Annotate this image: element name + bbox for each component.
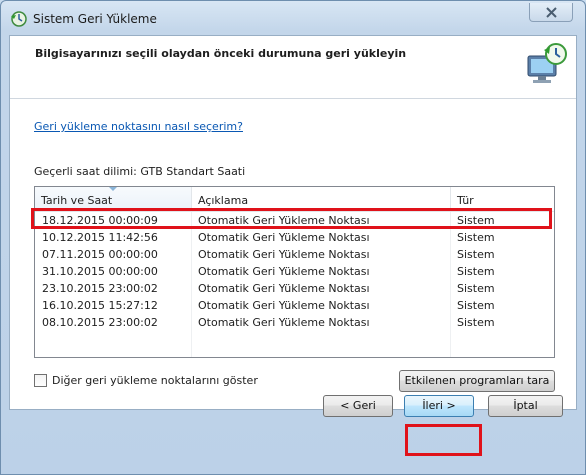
cancel-button[interactable]: İptal xyxy=(488,395,563,417)
table-row[interactable]: 16.10.2015 15:27:12 Otomatik Geri Yüklem… xyxy=(35,297,554,314)
row-date: 10.12.2015 11:42:56 xyxy=(42,231,158,244)
column-header-description[interactable]: Açıklama xyxy=(192,187,451,211)
row-date: 23.10.2015 23:00:02 xyxy=(42,282,158,295)
row-type: Sistem xyxy=(457,248,495,261)
table-row[interactable]: 23.10.2015 23:00:02 Otomatik Geri Yüklem… xyxy=(35,280,554,297)
column-header-date[interactable]: Tarih ve Saat xyxy=(35,187,192,211)
table-row[interactable]: 18.12.2015 00:00:09 Otomatik Geri Yüklem… xyxy=(35,212,554,229)
row-description: Otomatik Geri Yükleme Noktası xyxy=(198,282,370,295)
table-row[interactable]: 31.10.2015 00:00:00 Otomatik Geri Yüklem… xyxy=(35,263,554,280)
title-bar[interactable]: Sistem Geri Yükleme xyxy=(1,1,585,37)
back-button[interactable]: < Geri xyxy=(323,395,393,417)
header-band: Bilgisayarınızı seçili olaydan önceki du… xyxy=(10,36,576,99)
sort-arrow-icon xyxy=(109,187,117,191)
row-description: Otomatik Geri Yükleme Noktası xyxy=(198,231,370,244)
row-date: 31.10.2015 00:00:00 xyxy=(42,265,158,278)
restore-points-list[interactable]: Tarih ve Saat Açıklama Tür 18.12.2015 00… xyxy=(34,186,555,358)
row-date: 08.10.2015 23:00:02 xyxy=(42,316,158,329)
table-row[interactable]: 07.11.2015 00:00:00 Otomatik Geri Yüklem… xyxy=(35,246,554,263)
row-description: Otomatik Geri Yükleme Noktası xyxy=(198,265,370,278)
row-description: Otomatik Geri Yükleme Noktası xyxy=(198,214,370,227)
system-restore-icon xyxy=(11,11,27,27)
next-button[interactable]: İleri > xyxy=(404,395,474,417)
dialog-content: Bilgisayarınızı seçili olaydan önceki du… xyxy=(9,35,577,410)
system-restore-window: Sistem Geri Yükleme Bilgisayarınızı seçi… xyxy=(0,0,586,475)
close-icon xyxy=(546,7,557,18)
row-type: Sistem xyxy=(457,231,495,244)
restore-monitor-icon xyxy=(527,43,567,83)
row-date: 16.10.2015 15:27:12 xyxy=(42,299,158,312)
scan-affected-programs-button[interactable]: Etkilenen programları tara xyxy=(399,370,555,392)
close-button[interactable] xyxy=(529,3,573,22)
column-label-type: Tür xyxy=(457,194,474,207)
row-type: Sistem xyxy=(457,214,495,227)
page-title: Bilgisayarınızı seçili olaydan önceki du… xyxy=(35,47,407,60)
show-more-label: Diğer geri yükleme noktalarını göster xyxy=(52,374,258,387)
show-more-checkbox[interactable] xyxy=(34,374,47,387)
table-row[interactable]: 08.10.2015 23:00:02 Otomatik Geri Yüklem… xyxy=(35,314,554,331)
window-title: Sistem Geri Yükleme xyxy=(33,12,157,26)
row-date: 18.12.2015 00:00:09 xyxy=(42,214,158,227)
row-description: Otomatik Geri Yükleme Noktası xyxy=(198,316,370,329)
row-description: Otomatik Geri Yükleme Noktası xyxy=(198,299,370,312)
row-type: Sistem xyxy=(457,282,495,295)
table-row[interactable]: 10.12.2015 11:42:56 Otomatik Geri Yüklem… xyxy=(35,229,554,246)
column-label-date: Tarih ve Saat xyxy=(41,194,113,207)
list-rows: 18.12.2015 00:00:09 Otomatik Geri Yüklem… xyxy=(35,212,554,331)
row-type: Sistem xyxy=(457,299,495,312)
column-label-description: Açıklama xyxy=(198,194,249,207)
row-description: Otomatik Geri Yükleme Noktası xyxy=(198,248,370,261)
row-date: 07.11.2015 00:00:00 xyxy=(42,248,158,261)
row-type: Sistem xyxy=(457,265,495,278)
list-header: Tarih ve Saat Açıklama Tür xyxy=(35,187,554,212)
help-link[interactable]: Geri yükleme noktasını nasıl seçerim? xyxy=(34,120,243,133)
row-type: Sistem xyxy=(457,316,495,329)
column-header-type[interactable]: Tür xyxy=(451,187,554,211)
timezone-label: Geçerli saat dilimi: GTB Standart Saati xyxy=(34,165,246,178)
show-more-option[interactable]: Diğer geri yükleme noktalarını göster xyxy=(34,374,258,387)
